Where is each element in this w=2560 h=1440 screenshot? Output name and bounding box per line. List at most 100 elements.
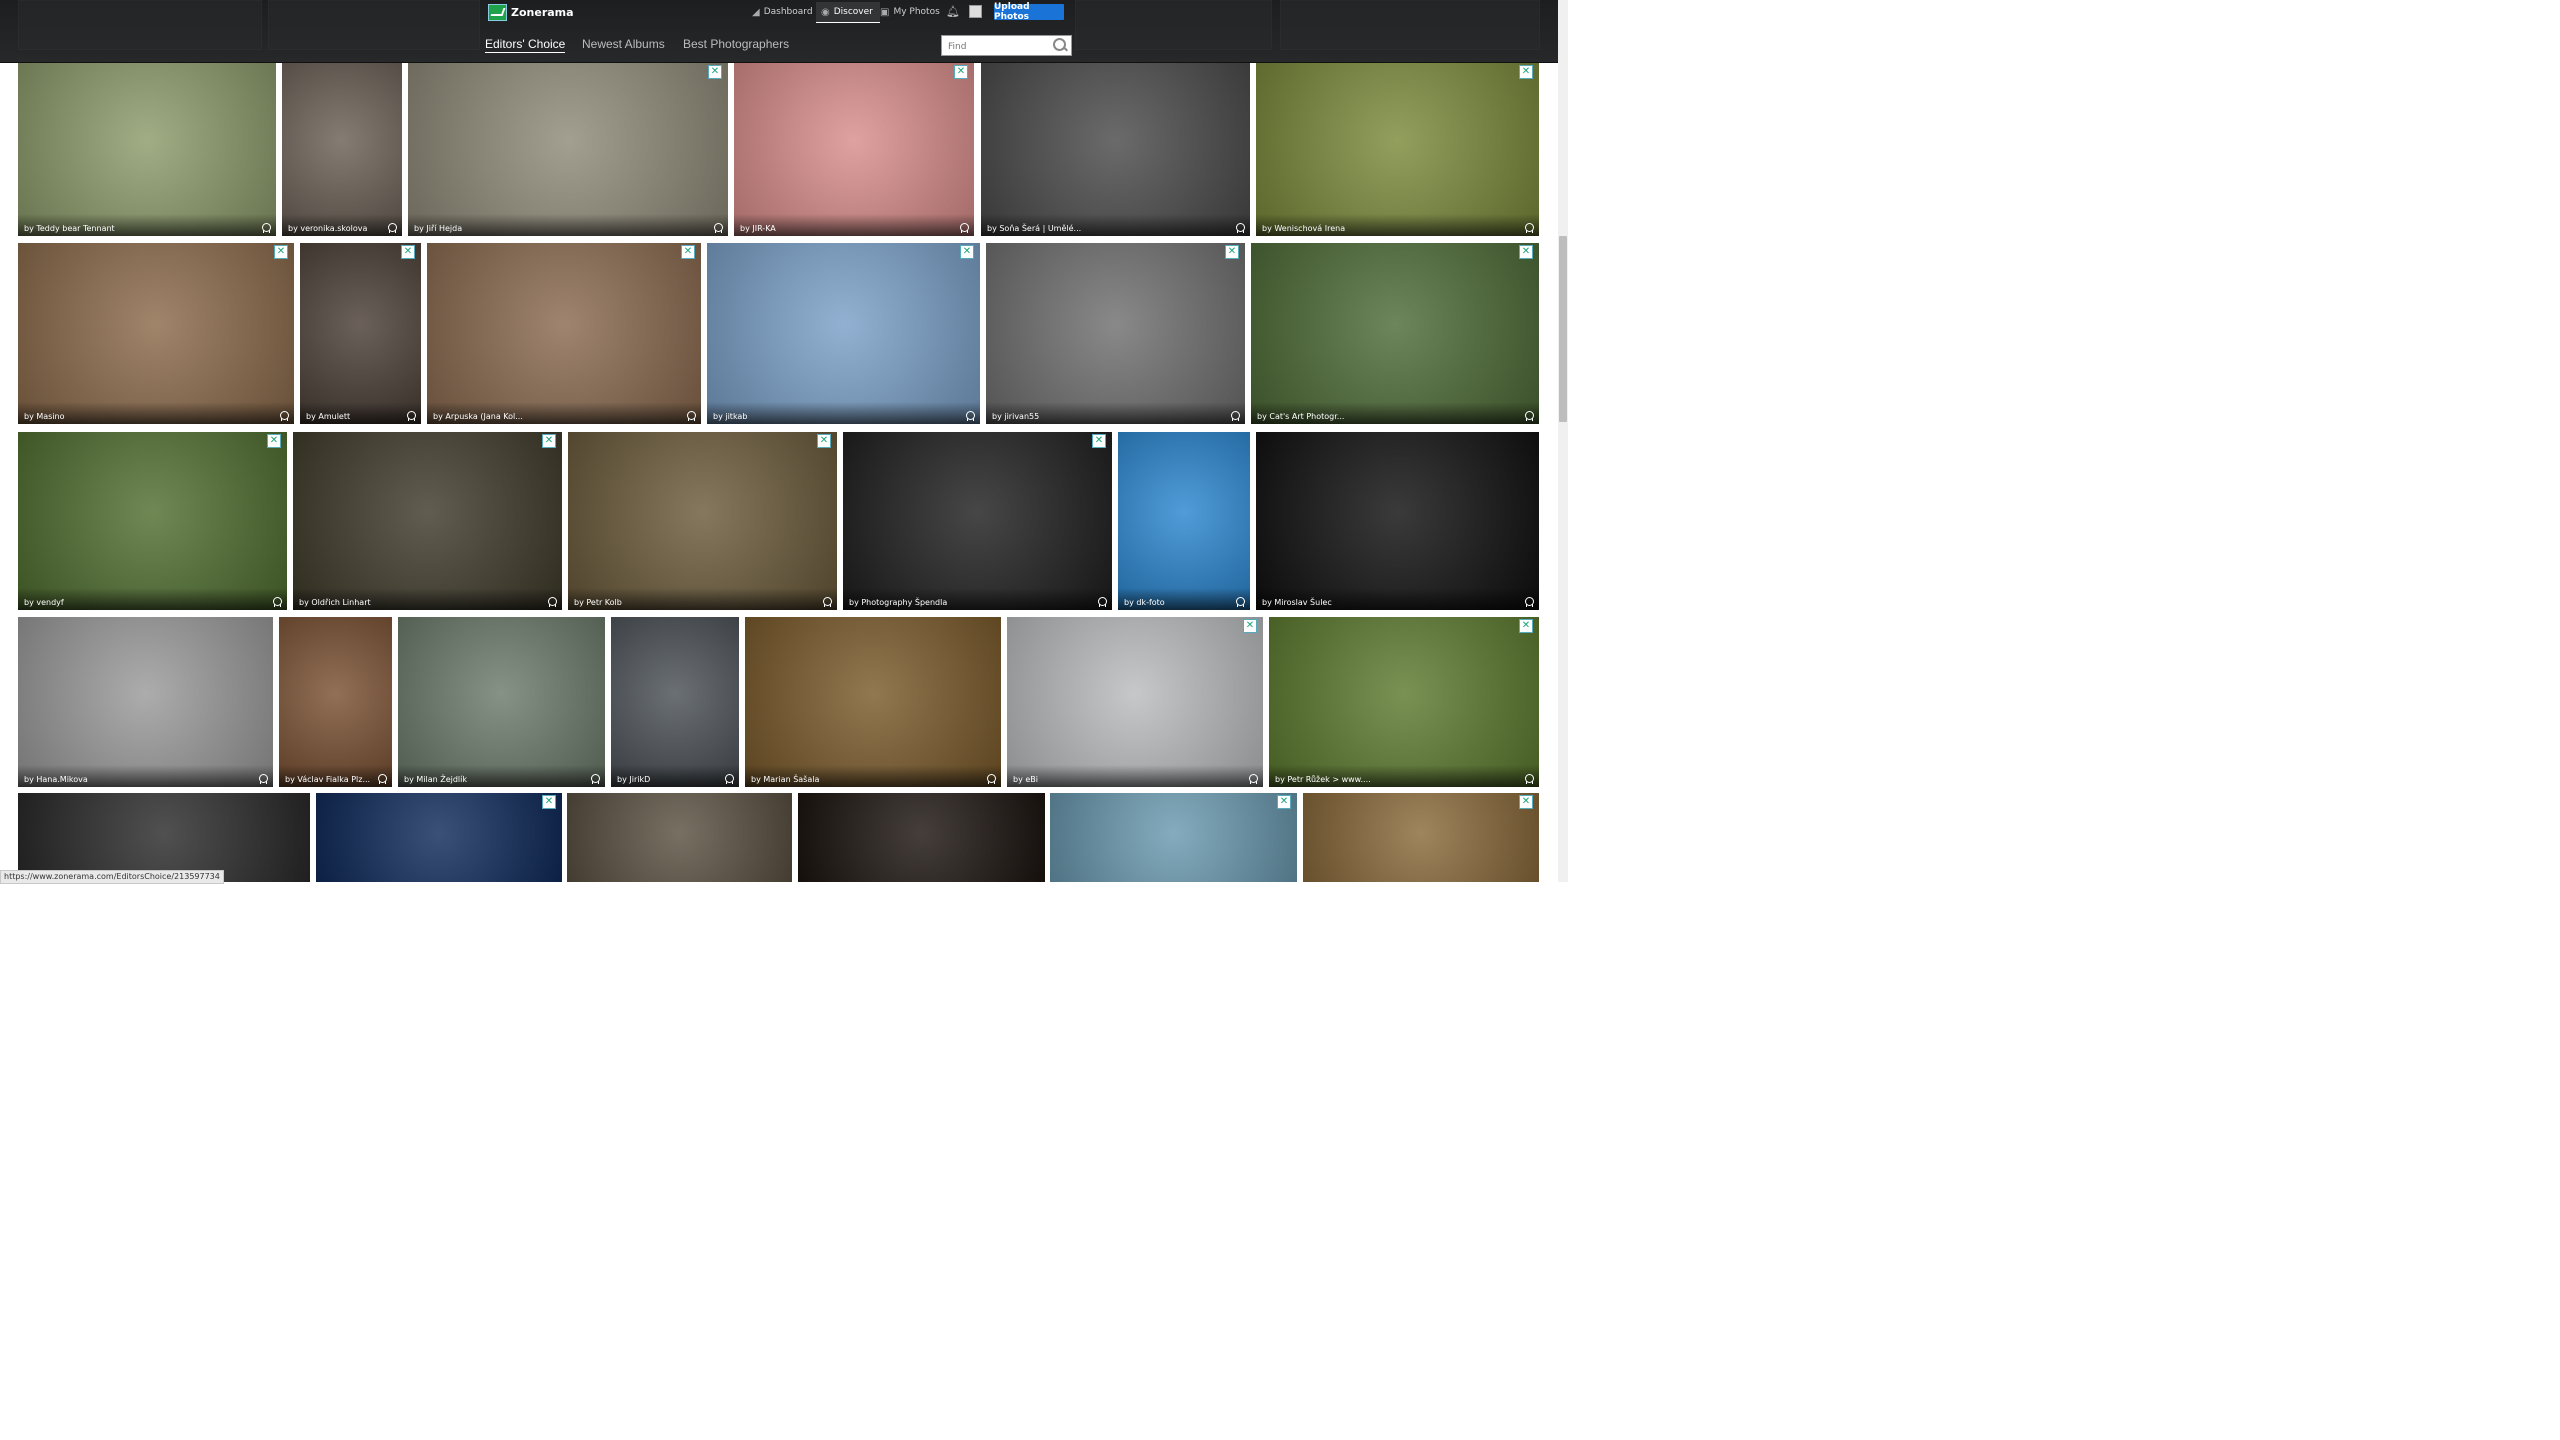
photo-author[interactable]: by dk-foto bbox=[1124, 598, 1165, 607]
photo-author[interactable]: by Masino bbox=[24, 412, 65, 421]
photo-tile[interactable]: ✕ by Amulett bbox=[300, 243, 421, 424]
photo-image bbox=[18, 617, 273, 787]
photo-tile[interactable]: ✕ by vendyf bbox=[18, 432, 287, 610]
photo-tile[interactable]: ✕ bbox=[1303, 793, 1539, 882]
award-icon[interactable] bbox=[823, 597, 832, 607]
photo-tile[interactable]: by Václav Fialka Plz... bbox=[279, 617, 392, 787]
award-icon[interactable] bbox=[259, 774, 268, 784]
photo-tile[interactable]: ✕ by Photography Špendla bbox=[843, 432, 1112, 610]
award-icon[interactable] bbox=[1249, 774, 1258, 784]
photo-tile[interactable]: by Teddy bear Tennant bbox=[18, 63, 276, 236]
photo-tile[interactable]: ✕ by Oldřich Linhart bbox=[293, 432, 562, 610]
photo-author[interactable]: by veronika.skolova bbox=[288, 224, 367, 233]
photo-tile[interactable]: ✕ by Petr Kolb bbox=[568, 432, 837, 610]
photo-author[interactable]: by jitkab bbox=[713, 412, 747, 421]
photo-tile[interactable]: ✕ bbox=[316, 793, 562, 882]
award-icon[interactable] bbox=[687, 411, 696, 421]
award-icon[interactable] bbox=[725, 774, 734, 784]
photo-author[interactable]: by Wenischová Irena bbox=[1262, 224, 1345, 233]
nav-my-photos[interactable]: ▣ My Photos bbox=[880, 2, 940, 22]
award-icon[interactable] bbox=[388, 223, 397, 233]
award-icon[interactable] bbox=[1525, 774, 1534, 784]
tab-best-photographers[interactable]: Best Photographers bbox=[683, 37, 789, 51]
photo-tile[interactable]: ✕ by JIR-KA bbox=[734, 63, 974, 236]
photo-tile[interactable] bbox=[798, 793, 1045, 882]
avatar[interactable] bbox=[969, 5, 982, 18]
tab-newest-albums[interactable]: Newest Albums bbox=[582, 37, 665, 51]
photo-tile[interactable]: ✕ by jitkab bbox=[707, 243, 980, 424]
photo-author[interactable]: by Miroslav Šulec bbox=[1262, 598, 1332, 607]
award-icon[interactable] bbox=[1525, 411, 1534, 421]
photo-author[interactable]: by JirikD bbox=[617, 775, 650, 784]
photo-tile[interactable]: ✕ by eBi bbox=[1007, 617, 1263, 787]
logo-text: Zonerama bbox=[511, 5, 574, 19]
award-icon[interactable] bbox=[714, 223, 723, 233]
photo-tile[interactable]: ✕ bbox=[1050, 793, 1297, 882]
photo-author[interactable]: by Marian Šašala bbox=[751, 775, 819, 784]
photo-tile[interactable] bbox=[18, 793, 310, 882]
nav-discover-label: Discover bbox=[833, 7, 873, 17]
photo-tile[interactable]: ✕ by Cat's Art Photogr... bbox=[1251, 243, 1539, 424]
photo-tile[interactable]: ✕ by jirivan55 bbox=[986, 243, 1245, 424]
photo-author[interactable]: by Cat's Art Photogr... bbox=[1257, 412, 1344, 421]
photo-author[interactable]: by Milan Žejdlík bbox=[404, 775, 467, 784]
photo-author[interactable]: by Oldřich Linhart bbox=[299, 598, 371, 607]
search-icon[interactable] bbox=[1053, 38, 1066, 51]
photo-author[interactable]: by Václav Fialka Plz... bbox=[285, 775, 370, 784]
upload-photos-button[interactable]: Upload Photos bbox=[994, 2, 1064, 22]
photo-author[interactable]: by jirivan55 bbox=[992, 412, 1039, 421]
photo-author[interactable]: by Jiří Hejda bbox=[414, 224, 462, 233]
photo-author[interactable]: by Hana.Mikova bbox=[24, 775, 88, 784]
award-icon[interactable] bbox=[548, 597, 557, 607]
photo-image bbox=[1269, 617, 1539, 787]
photo-author[interactable]: by Amulett bbox=[306, 412, 350, 421]
award-icon[interactable] bbox=[960, 223, 969, 233]
photo-author[interactable]: by Photography Špendla bbox=[849, 598, 947, 607]
photo-tile[interactable]: ✕ by Masino bbox=[18, 243, 294, 424]
tab-editors-choice[interactable]: Editors' Choice bbox=[485, 37, 566, 53]
award-icon[interactable] bbox=[1236, 597, 1245, 607]
photo-tile[interactable]: ✕ by Jiří Hejda bbox=[408, 63, 728, 236]
photo-tile[interactable]: by Hana.Mikova bbox=[18, 617, 273, 787]
award-icon[interactable] bbox=[1231, 411, 1240, 421]
photo-author[interactable]: by Arpuska (Jana Kol... bbox=[433, 412, 523, 421]
award-icon[interactable] bbox=[262, 223, 271, 233]
photo-tile[interactable]: by dk-foto bbox=[1118, 432, 1250, 610]
photo-tile[interactable]: ✕ by Wenischová Irena bbox=[1256, 63, 1539, 236]
photo-tile[interactable] bbox=[567, 793, 792, 882]
award-icon[interactable] bbox=[378, 774, 387, 784]
scrollbar[interactable] bbox=[1558, 0, 1568, 882]
award-icon[interactable] bbox=[966, 411, 975, 421]
photo-author[interactable]: by vendyf bbox=[24, 598, 64, 607]
photo-author[interactable]: by Teddy bear Tennant bbox=[24, 224, 115, 233]
photo-author[interactable]: by Petr Růžek > www.... bbox=[1275, 775, 1371, 784]
photo-author[interactable]: by Soňa Šerá | Umělé... bbox=[987, 224, 1081, 233]
photo-tile[interactable]: by Soňa Šerá | Umělé... bbox=[981, 63, 1250, 236]
photo-tile[interactable]: ✕ by Arpuska (Jana Kol... bbox=[427, 243, 701, 424]
nav-discover[interactable]: ◉ Discover bbox=[816, 2, 880, 23]
photo-author[interactable]: by JIR-KA bbox=[740, 224, 776, 233]
award-icon[interactable] bbox=[273, 597, 282, 607]
award-icon[interactable] bbox=[1098, 597, 1107, 607]
editors-pick-icon: ✕ bbox=[401, 245, 415, 259]
photo-tile[interactable]: by veronika.skolova bbox=[282, 63, 402, 236]
photo-tile[interactable]: by Milan Žejdlík bbox=[398, 617, 605, 787]
award-icon[interactable] bbox=[1236, 223, 1245, 233]
search-input[interactable] bbox=[946, 38, 1055, 55]
photo-tile[interactable]: by JirikD bbox=[611, 617, 739, 787]
photo-tile[interactable]: ✕ by Petr Růžek > www.... bbox=[1269, 617, 1539, 787]
photo-author[interactable]: by Petr Kolb bbox=[574, 598, 622, 607]
scrollbar-thumb[interactable] bbox=[1559, 236, 1567, 422]
award-icon[interactable] bbox=[1525, 597, 1534, 607]
photo-tile[interactable]: by Miroslav Šulec bbox=[1256, 432, 1539, 610]
photo-tile[interactable]: by Marian Šašala bbox=[745, 617, 1001, 787]
bell-icon[interactable]: 🔔︎ bbox=[946, 5, 960, 18]
award-icon[interactable] bbox=[987, 774, 996, 784]
nav-dashboard[interactable]: ◢ Dashboard bbox=[752, 2, 813, 22]
award-icon[interactable] bbox=[280, 411, 289, 421]
award-icon[interactable] bbox=[1525, 223, 1534, 233]
award-icon[interactable] bbox=[591, 774, 600, 784]
zonerama-logo[interactable]: Zonerama bbox=[488, 3, 574, 21]
photo-author[interactable]: by eBi bbox=[1013, 775, 1038, 784]
award-icon[interactable] bbox=[407, 411, 416, 421]
